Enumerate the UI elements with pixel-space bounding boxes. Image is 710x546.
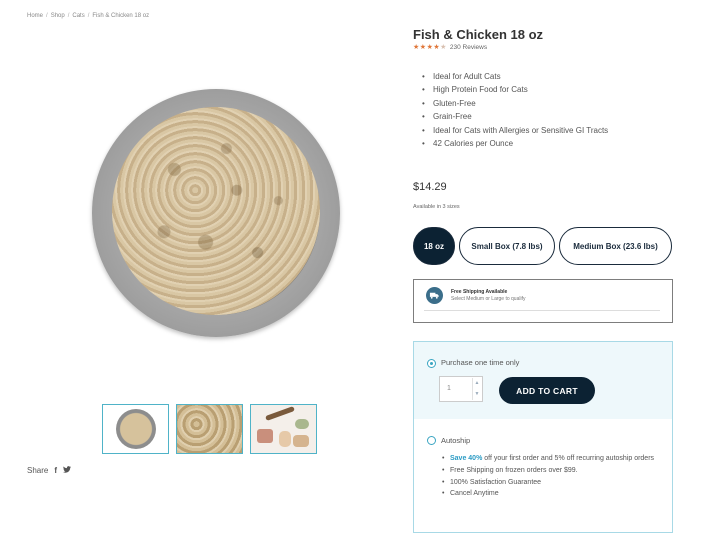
breadcrumb-separator: /	[67, 13, 70, 19]
breadcrumb-shop[interactable]: Shop	[51, 13, 65, 19]
autoship-save-text: off your first order and 5% off recurrin…	[482, 455, 655, 462]
product-main-image[interactable]	[92, 89, 340, 337]
share-bar: Share f	[27, 466, 72, 475]
thumbnail-closeup-image	[177, 405, 242, 453]
ingredient-shape	[279, 431, 291, 447]
availability-text: Available in 3 sizes	[413, 204, 460, 210]
size-option-18oz[interactable]: 18 oz	[413, 227, 455, 265]
thumbnail-ingredients-image	[251, 405, 316, 453]
feature-item: 42 Calories per Ounce	[420, 137, 620, 151]
ingredient-shape	[265, 406, 295, 421]
size-option-medium-box[interactable]: Medium Box (23.6 lbs)	[559, 227, 672, 265]
thumbnail-bowl[interactable]	[102, 404, 169, 454]
feature-item: Ideal for Adult Cats	[420, 70, 620, 84]
facebook-icon[interactable]: f	[54, 466, 57, 475]
star-icon: ★	[440, 44, 447, 51]
ingredient-shape	[293, 435, 309, 447]
autoship-radio[interactable]	[427, 436, 436, 445]
twitter-icon[interactable]	[63, 466, 72, 475]
ingredient-shape	[295, 419, 309, 429]
thumbnail-ingredients[interactable]	[250, 404, 317, 454]
chevron-up-icon[interactable]: ▲	[472, 378, 481, 389]
bowl-food	[112, 107, 320, 315]
size-option-small-box[interactable]: Small Box (7.8 lbs)	[459, 227, 555, 265]
star-icon: ★	[413, 44, 420, 51]
shipping-title: Free Shipping Available	[451, 289, 508, 295]
shipping-subtitle: Select Medium or Large to qualify	[451, 296, 526, 302]
thumbnail-bowl-image	[115, 409, 156, 449]
add-to-cart-button[interactable]: ADD TO CART	[499, 377, 595, 404]
feature-item: Ideal for Cats with Allergies or Sensiti…	[420, 124, 620, 138]
breadcrumb-home[interactable]: Home	[27, 13, 43, 19]
size-selector: 18 oz Small Box (7.8 lbs) Medium Box (23…	[413, 227, 672, 265]
breadcrumb: Home / Shop / Cats / Fish & Chicken 18 o…	[27, 13, 149, 19]
autoship-save-highlight: Save 40%	[450, 455, 483, 462]
share-label: Share	[27, 466, 49, 475]
purchase-options: Purchase one time only 1 ▲ ▼ ADD TO CART…	[413, 341, 673, 533]
quantity-input[interactable]: 1	[447, 385, 451, 392]
breadcrumb-cats[interactable]: Cats	[72, 13, 84, 19]
shipping-info-box: Free Shipping Available Select Medium or…	[413, 279, 673, 323]
product-title: Fish & Chicken 18 oz	[413, 27, 544, 42]
breadcrumb-separator: /	[46, 13, 48, 19]
breadcrumb-separator: /	[87, 13, 90, 19]
autoship-label[interactable]: Autoship	[441, 436, 470, 445]
star-icon: ★	[419, 44, 427, 51]
chevron-down-icon[interactable]: ▼	[472, 389, 481, 400]
feature-list: Ideal for Adult Cats High Protein Food f…	[420, 70, 620, 151]
autoship-benefit-item: Save 40% off your first order and 5% off…	[442, 453, 662, 465]
autoship-benefit-item: Free Shipping on frozen orders over $99.	[442, 465, 662, 477]
quantity-stepper[interactable]: 1 ▲ ▼	[439, 376, 483, 402]
breadcrumb-current: Fish & Chicken 18 oz	[92, 13, 150, 19]
feature-item: Gluten-Free	[420, 97, 620, 111]
thumbnail-closeup[interactable]	[176, 404, 243, 454]
truck-icon	[426, 287, 443, 304]
review-count[interactable]: 230 Reviews	[450, 44, 487, 51]
one-time-radio[interactable]	[427, 359, 436, 368]
ingredient-shape	[257, 429, 273, 443]
thumbnail-gallery	[102, 404, 317, 454]
product-rating[interactable]: ★★★★★ 230 Reviews	[413, 43, 487, 52]
one-time-label[interactable]: Purchase one time only	[441, 358, 519, 367]
feature-item: Grain-Free	[420, 110, 620, 124]
feature-item: High Protein Food for Cats	[420, 83, 620, 97]
star-rating: ★★★★★	[413, 43, 447, 51]
autoship-benefit-item: 100% Satisfaction Guarantee	[442, 477, 662, 489]
autoship-benefits: Save 40% off your first order and 5% off…	[442, 453, 662, 500]
autoship-benefit-item: Cancel Anytime	[442, 488, 662, 500]
divider	[424, 310, 660, 311]
product-price: $14.29	[413, 181, 447, 193]
